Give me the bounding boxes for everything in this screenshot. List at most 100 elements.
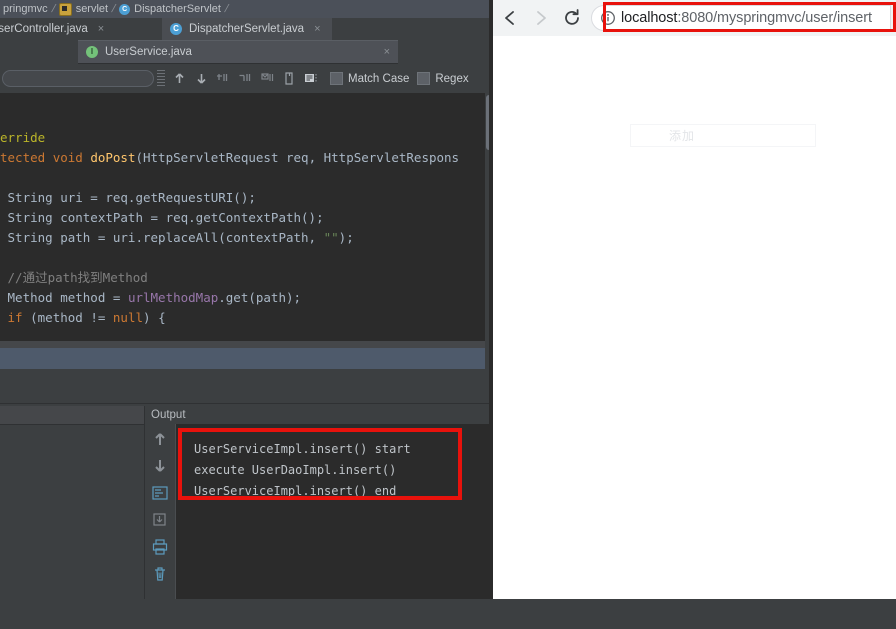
tab-label: UserController.java (0, 23, 88, 35)
tab-userservice-java[interactable]: I UserService.java × (78, 40, 398, 64)
tab-label: DispatcherServlet.java (189, 23, 305, 35)
editor-divider-lower (0, 369, 485, 405)
tab-dispatcherservlet-java[interactable]: C DispatcherServlet.java × (162, 18, 332, 40)
ide-window: pringmvc / servlet / C DispatcherServlet… (0, 0, 493, 599)
tool-window-left (0, 406, 145, 599)
breadcrumb-item-project[interactable]: pringmvc (0, 3, 51, 15)
browser-toolbar: localhost:8080/myspringmvc/user/insert (493, 0, 896, 37)
checkbox-box (417, 72, 431, 85)
arrow-down-icon[interactable] (190, 68, 212, 90)
find-toolbar: Match Case Regex (0, 64, 493, 94)
code-token: .get(path); (218, 290, 302, 305)
print-icon[interactable] (151, 538, 169, 556)
code-line: Method method = urlMethodMap.get(path); (0, 288, 493, 308)
code-token: erride (0, 130, 46, 145)
code-token: void (52, 150, 91, 165)
regex-label: Regex (435, 72, 469, 85)
output-panel-title: Output (151, 409, 186, 421)
arrow-down-icon[interactable] (151, 457, 169, 475)
class-icon: C (170, 23, 182, 35)
code-line: erride (0, 128, 493, 148)
output-panel: Output UserServiceImpl.insert() start exe… (145, 406, 493, 599)
remove-selection-icon[interactable] (234, 68, 256, 90)
reload-icon[interactable] (558, 4, 586, 32)
code-token: ); (338, 230, 354, 245)
match-case-label: Match Case (348, 72, 410, 85)
breadcrumb-label-class: DispatcherServlet (134, 3, 221, 15)
selected-row-highlight[interactable] (0, 348, 485, 369)
url-host: localhost (621, 10, 678, 26)
drag-handle[interactable] (157, 69, 165, 88)
breadcrumb-label-servlet: servlet (75, 3, 109, 15)
arrow-up-icon[interactable] (168, 68, 190, 90)
checkbox-box (330, 72, 343, 85)
close-icon[interactable]: × (314, 23, 320, 35)
find-input[interactable] (2, 70, 154, 87)
url-path: :8080/myspringmvc/user/insert (677, 10, 872, 26)
code-line: String uri = req.getRequestURI(); (0, 188, 493, 208)
editor-tab-row-secondary: I UserService.java × (0, 40, 493, 64)
soft-wrap-icon[interactable] (151, 484, 169, 502)
output-panel-toolbar (145, 424, 175, 599)
trash-icon[interactable] (151, 565, 169, 583)
tab-usercontroller-java[interactable]: UserController.java × (0, 18, 157, 40)
code-token: String path = uri.replaceAll(contextPath… (0, 230, 324, 245)
code-token: (method != (22, 310, 113, 325)
editor-tab-row-primary: UserController.java × C DispatcherServle… (0, 18, 493, 41)
code-token: if (7, 310, 23, 325)
breadcrumb-item-servlet[interactable]: servlet (56, 2, 111, 16)
code-token: String uri = req.getRequestURI(); (0, 190, 256, 205)
address-bar-url: localhost:8080/myspringmvc/user/insert (621, 10, 872, 26)
breadcrumb-item-class[interactable]: C DispatcherServlet (116, 3, 224, 15)
editor-divider-upper (0, 341, 485, 348)
breadcrumb: pringmvc / servlet / C DispatcherServlet… (0, 0, 493, 18)
code-token: Method method = (0, 290, 128, 305)
faded-form-text: 添加 (669, 129, 696, 143)
code-token: (HttpServletRequest req, HttpServletResp… (135, 150, 460, 165)
code-token: "" (323, 230, 339, 245)
output-line: UserServiceImpl.insert() end (194, 484, 397, 498)
code-token: null (112, 310, 144, 325)
panel-divider (0, 403, 493, 404)
output-line: execute UserDaoImpl.insert() (194, 463, 397, 477)
export-icon[interactable] (151, 511, 169, 529)
code-token: urlMethodMap (127, 290, 219, 305)
faded-form-box: 添加 (630, 124, 816, 147)
code-line: //通过path找到Method (0, 268, 493, 288)
code-line: String path = uri.replaceAll(contextPath… (0, 228, 493, 248)
class-icon: C (119, 3, 131, 15)
regex-checkbox[interactable]: Regex (409, 72, 469, 85)
arrow-right-icon (527, 4, 555, 32)
open-in-find-window-icon[interactable] (278, 68, 300, 90)
code-editor[interactable]: erride tected void doPost(HttpServletRequ… (0, 93, 493, 343)
match-case-checkbox[interactable]: Match Case (322, 72, 409, 85)
breadcrumb-label-project: pringmvc (3, 3, 48, 15)
code-token: //通过path找到Method (0, 270, 148, 285)
filter-icon[interactable] (300, 68, 322, 90)
code-token: ) { (143, 310, 166, 325)
output-console[interactable]: UserServiceImpl.insert() start execute Us… (175, 424, 493, 599)
code-line: String contextPath = req.getContextPath(… (0, 208, 493, 228)
code-line: if (method != null) { (0, 308, 493, 328)
select-all-occurrences-icon[interactable] (256, 68, 278, 90)
tool-window-left-header (0, 406, 144, 425)
arrow-up-icon[interactable] (151, 430, 169, 448)
folder-icon (58, 2, 72, 16)
info-circle-icon[interactable] (600, 10, 616, 26)
tab-label: UserService.java (105, 46, 192, 58)
code-token: tected (0, 150, 53, 165)
address-bar[interactable]: localhost:8080/myspringmvc/user/insert (591, 5, 891, 31)
browser-window: localhost:8080/myspringmvc/user/insert 添… (493, 0, 896, 599)
close-icon[interactable]: × (98, 23, 104, 35)
interface-icon: I (86, 46, 98, 58)
code-line: tected void doPost(HttpServletRequest re… (0, 148, 493, 168)
close-icon[interactable]: × (384, 46, 390, 58)
add-selection-icon[interactable] (212, 68, 234, 90)
code-token: String contextPath = req.getContextPath(… (0, 210, 324, 225)
output-line: UserServiceImpl.insert() start (194, 442, 411, 456)
arrow-left-icon[interactable] (496, 4, 524, 32)
code-token: doPost (90, 150, 136, 165)
